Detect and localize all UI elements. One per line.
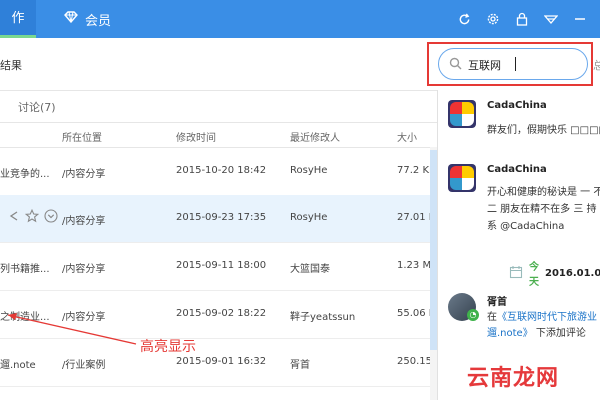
chat-panel: CadaChina 群友们，假期快乐 □□□□ CadaChina 开心和健康的… <box>437 90 600 400</box>
date-separator: 今天 2016.01.0 <box>509 258 600 288</box>
chat-sender: CadaChina <box>487 164 547 175</box>
date-value: 2016.01.0 <box>545 267 600 279</box>
chat-activity-prefix: 在 <box>487 312 497 323</box>
annotation-label: 高亮显示 <box>140 339 196 355</box>
watermark: 云南龙网 <box>467 366 560 391</box>
avatar[interactable] <box>448 164 476 192</box>
avatar[interactable] <box>448 100 476 128</box>
file-link[interactable]: 《互联网时代下旅游业 <box>497 312 597 323</box>
date-today: 今天 <box>529 262 539 288</box>
chat-sender: 胥首 <box>487 297 507 308</box>
file-link[interactable]: 遛.note》 <box>487 328 533 339</box>
chat-text: 二 朋友在精不在多 三 持 <box>487 204 597 215</box>
chat-text: 开心和健康的秘诀是 一 不 <box>487 187 600 198</box>
comment-badge-icon: ◔ <box>467 309 479 321</box>
chat-text: 系 @CadaChina <box>487 221 565 232</box>
chat-sender: CadaChina <box>487 100 547 111</box>
calendar-icon <box>509 265 523 282</box>
chat-activity-suffix: 下添加评论 <box>532 328 586 339</box>
chat-text: 群友们，假期快乐 □□□□ <box>487 125 600 136</box>
chat-activity: 遛.note》 下添加评论 <box>487 326 586 342</box>
chat-activity: 在《互联网时代下旅游业 <box>487 310 597 326</box>
